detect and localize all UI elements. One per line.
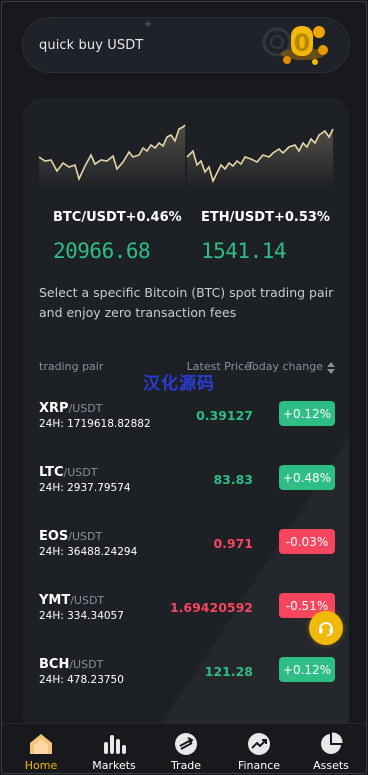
- row-base: LTC: [39, 465, 64, 480]
- eth-change: +0.53%: [273, 210, 330, 225]
- tab-trade-label: Trade: [170, 759, 202, 772]
- bar-chart-icon: [104, 735, 126, 754]
- app-frame: quick buy USDT + 0 BTC/USDT+0.46% ETH/US…: [1, 1, 367, 774]
- market-row[interactable]: LTC/USDT 24H: 2937.79574 83.83 +0.48%: [23, 461, 349, 521]
- row-price: 121.28: [204, 664, 253, 679]
- row-price: 0.971: [213, 536, 253, 551]
- row-change-badge[interactable]: -0.03%: [279, 529, 335, 554]
- row-price: 83.83: [213, 472, 253, 487]
- row-price: 1.69420592: [169, 600, 253, 615]
- row-volume: 24H: 478.23750: [39, 674, 124, 686]
- btc-price: 20966.68: [53, 239, 151, 263]
- headset-icon: [319, 622, 333, 637]
- tab-markets-label: Markets: [92, 759, 136, 772]
- quick-buy-label: quick buy USDT: [39, 37, 144, 53]
- row-change-badge[interactable]: +0.12%: [279, 401, 335, 426]
- plus-icon: +: [144, 19, 153, 30]
- btc-sparkline: [38, 124, 186, 189]
- customer-support-button[interactable]: [309, 611, 343, 645]
- row-change-badge[interactable]: +0.12%: [279, 657, 335, 682]
- pie-chart-icon: [321, 732, 343, 754]
- header-trading-pair: trading pair: [39, 360, 104, 373]
- btc-pair-title[interactable]: BTC/USDT+0.46%: [53, 210, 182, 225]
- row-volume: 24H: 36488.24294: [39, 546, 138, 558]
- tab-finance[interactable]: Finance: [229, 724, 289, 773]
- row-volume: 24H: 334.34057: [39, 610, 124, 622]
- tab-trade[interactable]: Trade: [156, 724, 216, 773]
- row-base: XRP: [39, 401, 69, 416]
- coin-art-glyph: 0: [294, 29, 311, 57]
- row-symbol: BCH/USDT: [39, 657, 103, 672]
- row-quote: /USDT: [69, 658, 104, 671]
- eth-price: 1541.14: [201, 239, 287, 263]
- row-base: BCH: [39, 657, 70, 672]
- header-today-change[interactable]: Today change: [247, 360, 323, 373]
- row-quote: /USDT: [63, 466, 98, 479]
- quick-buy-banner[interactable]: quick buy USDT + 0: [22, 17, 350, 73]
- row-symbol: YMT/USDT: [39, 593, 104, 608]
- markets-card: BTC/USDT+0.46% ETH/USDT+0.53% 20966.68 1…: [23, 97, 349, 737]
- btc-change: +0.46%: [125, 210, 182, 225]
- btc-symbol: BTC/USDT: [53, 210, 126, 225]
- tab-finance-label: Finance: [237, 759, 281, 772]
- tab-markets[interactable]: Markets: [84, 724, 144, 773]
- home-icon: [30, 734, 52, 754]
- eth-symbol: ETH/USDT: [201, 210, 274, 225]
- market-row[interactable]: BCH/USDT 24H: 478.23750 121.28 +0.12%: [23, 653, 349, 713]
- row-base: EOS: [39, 529, 69, 544]
- row-quote: /USDT: [70, 594, 105, 607]
- coin-illustration-icon: 0: [262, 26, 328, 65]
- row-symbol: XRP/USDT: [39, 401, 103, 416]
- tab-home-label: Home: [24, 759, 58, 772]
- tab-assets-label: Assets: [313, 759, 349, 772]
- market-row[interactable]: XRP/USDT 24H: 1719618.82882 0.39127 +0.12%: [23, 397, 349, 457]
- bottom-tab-bar: Home Markets Trade Finance Assets: [2, 723, 366, 773]
- watermark-text: 汉化源码: [143, 374, 215, 394]
- row-base: YMT: [39, 593, 71, 608]
- row-symbol: LTC/USDT: [39, 465, 97, 480]
- market-row[interactable]: EOS/USDT 24H: 36488.24294 0.971 -0.03%: [23, 525, 349, 585]
- finance-trend-icon: [248, 733, 270, 755]
- trade-swap-icon: [175, 733, 197, 755]
- market-row[interactable]: YMT/USDT 24H: 334.34057 1.69420592 -0.51%: [23, 589, 349, 649]
- row-quote: /USDT: [68, 402, 103, 415]
- row-change-badge[interactable]: +0.48%: [279, 465, 335, 490]
- row-symbol: EOS/USDT: [39, 529, 102, 544]
- sort-icon[interactable]: [327, 362, 335, 374]
- eth-pair-title[interactable]: ETH/USDT+0.53%: [201, 210, 330, 225]
- tab-assets[interactable]: Assets: [301, 724, 361, 773]
- row-price: 0.39127: [196, 408, 253, 423]
- tab-home[interactable]: Home: [11, 724, 71, 773]
- eth-sparkline: [186, 128, 334, 189]
- row-volume: 24H: 1719618.82882: [39, 418, 151, 430]
- row-volume: 24H: 2937.79574: [39, 482, 131, 494]
- promo-description: Select a specific Bitcoin (BTC) spot tra…: [39, 285, 334, 320]
- row-quote: /USDT: [68, 530, 103, 543]
